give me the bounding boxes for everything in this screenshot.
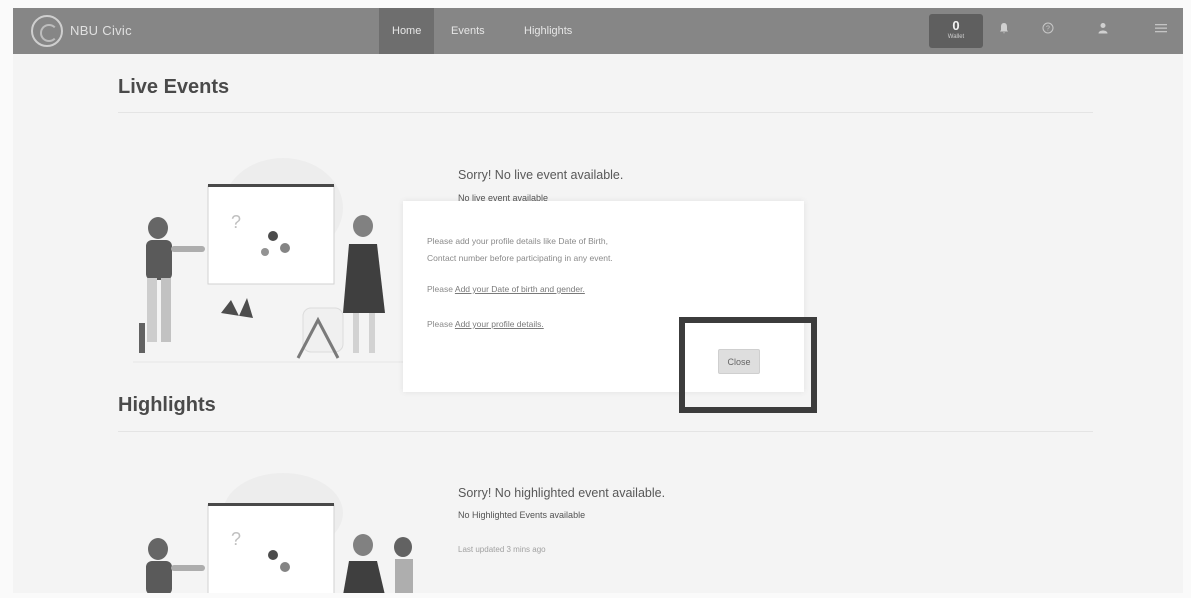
add-profile-details-link[interactable]: Add your profile details. [455, 319, 544, 329]
modal-please-label: Please [427, 284, 453, 294]
add-dob-gender-link[interactable]: Add your Date of birth and gender. [455, 284, 585, 294]
wallet-button[interactable]: 0 Wallet [929, 14, 983, 48]
tab-highlights[interactable]: Highlights [524, 8, 572, 54]
user-icon[interactable] [1095, 22, 1111, 38]
top-navbar: NBU Civic Home Events Highlights 0 Walle… [13, 8, 1183, 54]
svg-text:?: ? [1046, 26, 1050, 33]
tab-home[interactable]: Home [379, 8, 435, 54]
annotation-highlight-box [679, 317, 817, 413]
wallet-count: 0 [952, 18, 960, 33]
modal-message-line-1: Please add your profile details like Dat… [427, 236, 608, 246]
modal-profile-row: Please Add your profile details. [427, 319, 544, 329]
modal-message-line-2: Contact number before participating in a… [427, 253, 613, 263]
menu-icon[interactable] [1153, 22, 1169, 38]
brand-name[interactable]: NBU Civic [70, 23, 132, 38]
tab-events[interactable]: Events [451, 8, 485, 54]
logo-icon[interactable] [31, 15, 63, 47]
help-icon[interactable]: ? [1040, 22, 1056, 38]
app-window: NBU Civic Home Events Highlights 0 Walle… [13, 8, 1183, 593]
bell-icon[interactable] [996, 22, 1012, 38]
wallet-label: Wallet [947, 34, 965, 40]
modal-please-label-2: Please [427, 319, 453, 329]
modal-dob-row: Please Add your Date of birth and gender… [427, 284, 585, 294]
